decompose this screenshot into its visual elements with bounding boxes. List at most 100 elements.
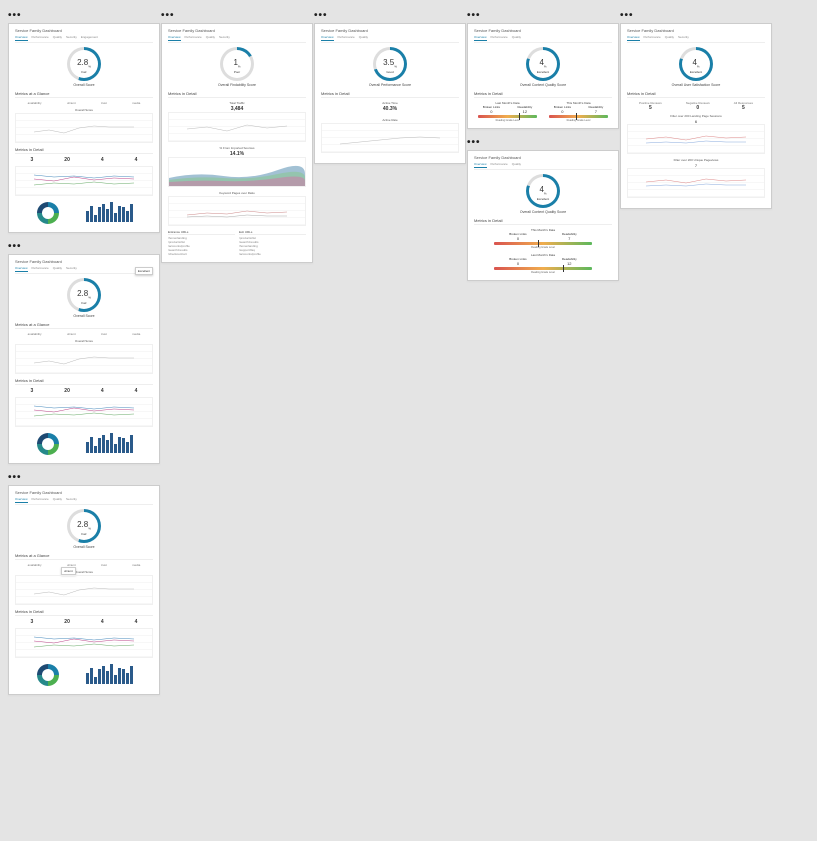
url-item: /checkout/cart (168, 252, 235, 256)
tab-overview[interactable]: Overview (15, 35, 28, 41)
reading-grade-bar (478, 115, 537, 118)
tab[interactable]: Quality (359, 35, 368, 41)
keyword-label: Keyword Pages over Ratio (168, 191, 306, 195)
pageviews-label: Filter over 200 Unique Pageviews (627, 158, 765, 162)
section-glance: Metrics at a Glance (15, 91, 153, 98)
detail-stats: 3 20 4 4 (15, 388, 153, 394)
score-gauge: 4% Excellent (679, 47, 713, 81)
ellipsis-icon[interactable]: ••• (620, 10, 772, 21)
tab[interactable]: Performance (32, 266, 49, 272)
card-title: Service Family Dashboard (474, 155, 612, 160)
active-rate-chart (321, 123, 459, 153)
tab[interactable]: Security (678, 35, 689, 41)
tab[interactable]: Quality (53, 266, 62, 272)
tab[interactable]: Overview (321, 35, 334, 41)
ellipsis-icon[interactable]: ••• (8, 10, 160, 21)
score-gauge: 1% Poor (220, 47, 254, 81)
dashboard-card-performance[interactable]: Service Family Dashboard Overview Perfor… (314, 23, 466, 164)
card-title: Service Family Dashboard (15, 28, 153, 33)
glance-stats: availability uCientuCient trust media (15, 563, 153, 567)
tab[interactable]: Overview (474, 35, 487, 41)
tab[interactable]: Performance (185, 35, 202, 41)
ellipsis-icon[interactable]: ••• (314, 10, 466, 21)
traffic-chart (168, 112, 306, 142)
tab[interactable]: Security (66, 497, 77, 503)
score-gauge: 4% Excellent (526, 47, 560, 81)
dashboard-card-overview-1[interactable]: Service Family Dashboard Overview Perfor… (8, 23, 160, 233)
score-gauge: 2.8% Fair (67, 278, 101, 312)
tab[interactable]: Quality (665, 35, 674, 41)
section-detail: Metrics in Detail (168, 91, 306, 98)
tab-quality[interactable]: Quality (53, 35, 62, 41)
gauge-caption: Overall Score (15, 83, 153, 87)
dashboard-card-overview-2[interactable]: Service Family Dashboard Overview Perfor… (8, 254, 160, 464)
card-title: Service Family Dashboard (474, 28, 612, 33)
active-time-label: Active Time (321, 101, 459, 105)
landing-sessions-chart (627, 124, 765, 154)
dashboard-card-findability[interactable]: Service Family Dashboard Overview Perfor… (161, 23, 313, 263)
reading-grade-bar (494, 267, 592, 270)
tab[interactable]: Performance (644, 35, 661, 41)
card-title: Service Family Dashboard (627, 28, 765, 33)
tab-performance[interactable]: Performance (32, 35, 49, 41)
tab[interactable]: Security (219, 35, 230, 41)
gauge-caption: Overall Content Quality Score (474, 83, 612, 87)
donut-chart (37, 664, 59, 686)
dashboard-card-quality-2[interactable]: Service Family Dashboard Overview Perfor… (467, 150, 619, 281)
tabs: Overview Performance Quality (474, 35, 612, 43)
bar-chart (84, 662, 153, 684)
gauge-caption: Overall Score (15, 545, 153, 549)
tab-security[interactable]: Security (66, 35, 77, 41)
pageviews-chart (627, 168, 765, 198)
glance-stats: availability uCient trust media (15, 332, 153, 336)
tab[interactable]: Quality (512, 35, 521, 41)
chart-title: Overall Score (15, 339, 153, 343)
tab[interactable]: Overview (168, 35, 181, 41)
bar-chart (84, 431, 153, 453)
tab[interactable]: Performance (491, 162, 508, 168)
gauge-caption: Overall Score (15, 314, 153, 318)
section-detail: Metrics in Detail (321, 91, 459, 98)
thumbnail-grid: ••• Service Family Dashboard Overview Pe… (8, 8, 809, 701)
chart (15, 628, 153, 658)
chart (15, 397, 153, 427)
card-title: Service Family Dashboard (15, 490, 153, 495)
tab[interactable]: Security (66, 266, 77, 272)
exit-urls-heading: Exit URLs (239, 230, 306, 235)
ellipsis-icon[interactable]: ••• (8, 472, 160, 483)
tab[interactable]: Overview (15, 497, 28, 503)
total-traffic-label: Total Traffic (168, 101, 306, 105)
gauge-caption: Overall Findability Score (168, 83, 306, 87)
tab[interactable]: Quality (206, 35, 215, 41)
section-detail: Metrics in Detail (474, 91, 612, 98)
section-detail: Metrics in Detail (15, 147, 153, 154)
ellipsis-icon[interactable]: ••• (467, 10, 619, 21)
tab[interactable]: Performance (32, 497, 49, 503)
section-detail: Metrics in Detail (627, 91, 765, 98)
ellipsis-icon[interactable]: ••• (8, 241, 160, 252)
dashboard-card-quality-1[interactable]: Service Family Dashboard Overview Perfor… (467, 23, 619, 129)
tab[interactable]: Overview (474, 162, 487, 168)
tab[interactable]: Overview (15, 266, 28, 272)
tab[interactable]: Performance (491, 35, 508, 41)
keyword-chart (168, 196, 306, 226)
ellipsis-icon[interactable]: ••• (467, 137, 619, 148)
stream-chart (168, 157, 306, 187)
bar-chart (84, 200, 153, 222)
tabs: Overview Performance Quality Security En… (15, 35, 153, 43)
card-title: Service Family Dashboard (321, 28, 459, 33)
tab[interactable]: Quality (53, 497, 62, 503)
tab[interactable]: Overview (627, 35, 640, 41)
tab[interactable]: Performance (338, 35, 355, 41)
tab[interactable]: Quality (512, 162, 521, 168)
dashboard-card-satisfaction[interactable]: Service Family Dashboard Overview Perfor… (620, 23, 772, 209)
gauge-caption: Overall Performance Score (321, 83, 459, 87)
ellipsis-icon[interactable]: ••• (161, 10, 313, 21)
tabs: Overview Performance Quality Security (627, 35, 765, 43)
active-rate-label: Active Rate (321, 118, 459, 122)
tabs: Overview Performance Quality Security (168, 35, 306, 43)
dashboard-card-overview-3[interactable]: Service Family Dashboard Overview Perfor… (8, 485, 160, 695)
review-stats: Positive Reviews5 Negative Reviews0 All … (627, 101, 765, 111)
tab-engagement[interactable]: Engagement (81, 35, 98, 41)
chart (15, 344, 153, 374)
